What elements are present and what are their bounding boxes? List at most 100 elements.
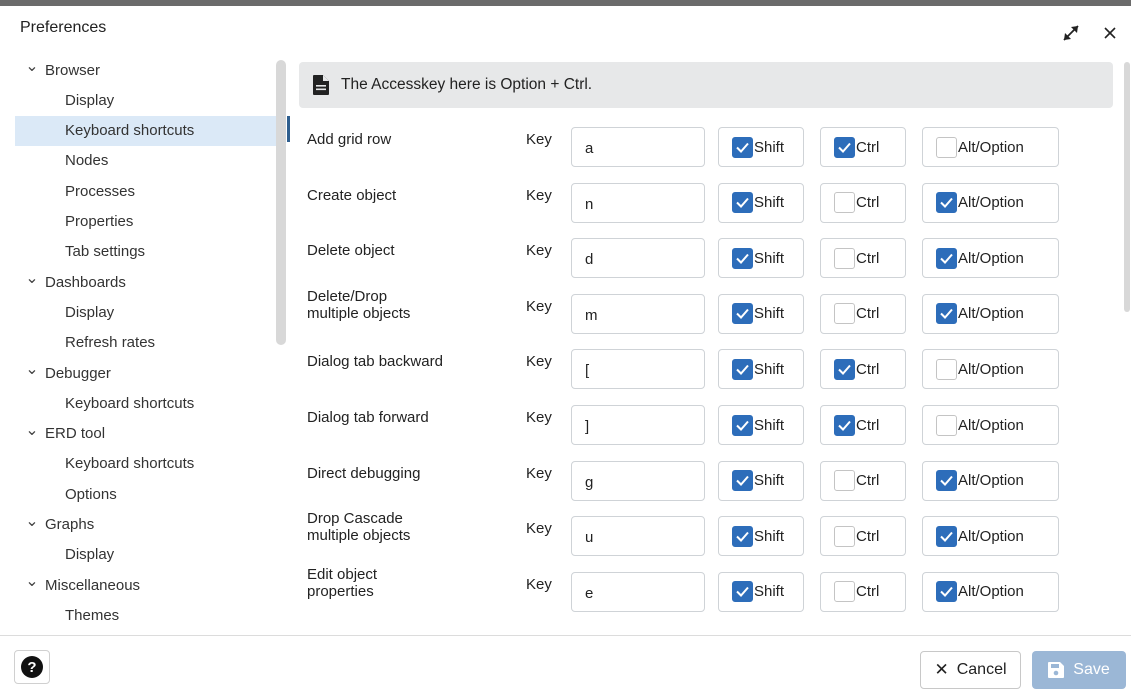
tree-item[interactable]: Nodes xyxy=(15,146,277,176)
tree-item[interactable]: Options xyxy=(15,479,277,509)
tree-item[interactable]: Themes xyxy=(15,600,277,630)
key-input[interactable]: m xyxy=(571,293,705,334)
shortcut-label: Delete/Drop multiple objects xyxy=(307,287,411,322)
key-input[interactable]: ] xyxy=(571,405,705,445)
shortcut-label: Delete object xyxy=(307,242,395,260)
alt-option-label: Alt/Option xyxy=(958,305,1024,323)
shift-checkbox[interactable]: Shift xyxy=(718,293,804,334)
key-label: Key xyxy=(526,520,552,538)
alt-option-checkbox[interactable]: Alt/Option xyxy=(922,349,1059,390)
checkbox-box xyxy=(936,247,957,269)
shift-checkbox[interactable]: Shift xyxy=(718,516,804,557)
ctrl-checkbox[interactable]: Ctrl xyxy=(820,571,906,612)
tree-item-label: Display xyxy=(65,546,115,564)
alt-option-checkbox[interactable]: Alt/Option xyxy=(922,405,1059,445)
tree-group[interactable]: ⌄ Graphs xyxy=(15,510,277,540)
alt-option-checkbox[interactable]: Alt/Option xyxy=(922,182,1059,223)
help-button[interactable]: ? xyxy=(14,650,50,684)
info-text: The Accesskey here is Option + Ctrl. xyxy=(341,76,593,93)
tree-item[interactable]: Display xyxy=(15,85,277,115)
key-label: Key xyxy=(526,131,552,148)
tree-item[interactable]: Refresh rates xyxy=(15,328,277,358)
key-input[interactable]: a xyxy=(571,127,705,167)
cancel-button[interactable]: ✕ Cancel xyxy=(920,651,1021,689)
chevron-down-icon[interactable]: ⌄ xyxy=(15,513,43,529)
tree-item[interactable]: Display xyxy=(15,297,277,327)
ctrl-checkbox[interactable]: Ctrl xyxy=(820,293,906,334)
alt-option-checkbox[interactable]: Alt/Option xyxy=(922,293,1059,334)
alt-option-checkbox[interactable]: Alt/Option xyxy=(922,238,1059,279)
tree-group[interactable]: ⌄ Debugger xyxy=(15,358,277,388)
key-input[interactable]: u xyxy=(571,516,705,557)
tree-group[interactable]: ⌄ Miscellaneous xyxy=(15,570,277,600)
checkbox-box xyxy=(834,247,855,269)
tree-item-label: Dashboards xyxy=(45,273,126,291)
shift-label: Shift xyxy=(754,194,785,212)
shift-checkbox[interactable]: Shift xyxy=(718,571,804,612)
key-label: Key xyxy=(526,464,552,482)
panel-scrollbar[interactable] xyxy=(1124,62,1130,312)
key-label: Key xyxy=(526,575,552,593)
tree-scrollbar[interactable] xyxy=(276,60,286,345)
chevron-down-icon[interactable]: ⌄ xyxy=(15,59,43,75)
shift-checkbox[interactable]: Shift xyxy=(718,405,804,445)
tree-item[interactable]: Keyboard shortcuts xyxy=(15,449,277,479)
key-input[interactable]: d xyxy=(571,238,705,279)
shift-checkbox[interactable]: Shift xyxy=(718,238,804,279)
shift-checkbox[interactable]: Shift xyxy=(718,182,804,223)
shift-checkbox[interactable]: Shift xyxy=(718,460,804,501)
tree-item-label: Display xyxy=(65,303,115,321)
key-input[interactable]: [ xyxy=(571,349,705,390)
tree-item[interactable]: Tab settings xyxy=(15,237,277,267)
tree-group[interactable]: ⌄ Dashboards xyxy=(15,267,277,297)
tree-item[interactable]: Properties xyxy=(15,207,277,237)
shortcut-row: Dialog tab backward Key [Shift Ctrl Alt/Opti… xyxy=(290,349,1120,401)
chevron-down-icon[interactable]: ⌄ xyxy=(15,271,43,287)
tree-group[interactable]: ⌄ Browser xyxy=(15,55,277,85)
shortcuts-panel: The Accesskey here is Option + Ctrl. Add… xyxy=(290,54,1131,635)
ctrl-checkbox[interactable]: Ctrl xyxy=(820,460,906,501)
alt-option-checkbox[interactable]: Alt/Option xyxy=(922,516,1059,557)
shift-label: Shift xyxy=(754,305,785,323)
tree-item[interactable]: Processes xyxy=(15,176,277,206)
chevron-down-icon[interactable]: ⌄ xyxy=(15,574,43,590)
ctrl-checkbox[interactable]: Ctrl xyxy=(820,405,906,445)
close-icon[interactable] xyxy=(1099,22,1121,44)
key-label: Key xyxy=(526,353,552,371)
shortcut-label: Drop Cascade multiple objects xyxy=(307,510,411,545)
key-input[interactable]: e xyxy=(571,571,705,612)
shortcut-row: Delete/Drop multiple objects Key m Shift Ctr… xyxy=(290,288,1120,346)
checkbox-box xyxy=(834,358,855,380)
alt-option-checkbox[interactable]: Alt/Option xyxy=(922,127,1059,167)
tree-item[interactable]: Keyboard shortcuts xyxy=(15,388,277,418)
shortcut-row: Add grid row Key a Shift Ctrl Alt/Option xyxy=(290,127,1120,179)
ctrl-label: Ctrl xyxy=(856,305,880,323)
tree-group[interactable]: ⌄ ERD tool xyxy=(15,419,277,449)
ctrl-checkbox[interactable]: Ctrl xyxy=(820,349,906,390)
save-button[interactable]: Save xyxy=(1032,651,1126,689)
tree-item-label: Keyboard shortcuts xyxy=(65,122,195,140)
chevron-down-icon[interactable]: ⌄ xyxy=(15,422,43,438)
tree-item[interactable]: Keyboard shortcuts xyxy=(15,115,277,146)
shortcut-row: Direct debugging Key g Shift Ctrl Alt/Option xyxy=(290,460,1120,513)
ctrl-checkbox[interactable]: Ctrl xyxy=(820,516,906,557)
ctrl-checkbox[interactable]: Ctrl xyxy=(820,127,906,167)
expand-icon[interactable] xyxy=(1060,22,1082,44)
tree-item-label: Nodes xyxy=(65,152,109,170)
tree-item-label: Keyboard shortcuts xyxy=(65,394,195,412)
alt-option-checkbox[interactable]: Alt/Option xyxy=(922,571,1059,612)
save-label: Save xyxy=(1073,661,1110,678)
key-input[interactable]: g xyxy=(571,460,705,501)
tree-item-label: Themes xyxy=(65,606,120,624)
shift-checkbox[interactable]: Shift xyxy=(718,349,804,390)
ctrl-checkbox[interactable]: Ctrl xyxy=(820,182,906,223)
tree-item[interactable]: Display xyxy=(15,540,277,570)
alt-option-checkbox[interactable]: Alt/Option xyxy=(922,460,1059,501)
checkbox-box xyxy=(834,581,855,603)
shift-checkbox[interactable]: Shift xyxy=(718,127,804,167)
key-input[interactable]: n xyxy=(571,182,705,223)
checkbox-box xyxy=(936,303,957,325)
chevron-down-icon[interactable]: ⌄ xyxy=(15,362,43,378)
ctrl-checkbox[interactable]: Ctrl xyxy=(820,238,906,279)
checkbox-box xyxy=(732,303,753,325)
